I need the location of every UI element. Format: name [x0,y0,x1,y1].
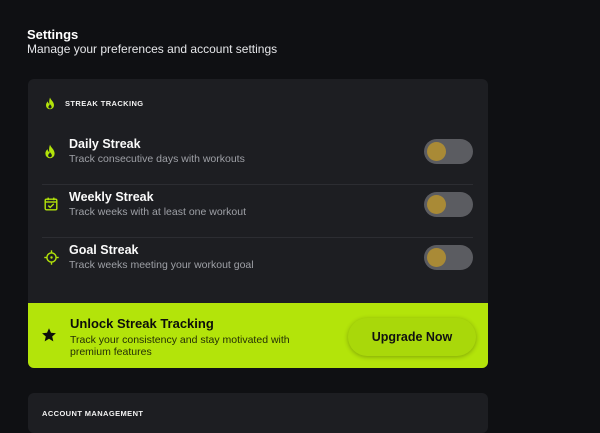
section-title: ACCOUNT MANAGEMENT [42,409,144,418]
upgrade-description: Track your consistency and stay motivate… [70,334,290,358]
flame-icon [45,97,55,110]
setting-row-weekly-streak: Weekly Streak Track weeks with at least … [42,185,473,238]
page-title: Settings [27,27,79,42]
setting-label: Weekly Streak [69,190,154,204]
section-header: STREAK TRACKING [45,97,144,110]
calendar-check-icon [44,197,58,216]
toggle-knob [427,195,446,214]
section-title: STREAK TRACKING [65,99,144,108]
setting-description: Track weeks meeting your workout goal [69,259,254,271]
weekly-streak-toggle[interactable] [424,192,473,217]
toggle-knob [427,142,446,161]
setting-row-daily-streak: Daily Streak Track consecutive days with… [42,132,473,185]
setting-label: Goal Streak [69,243,139,257]
account-management-card: ACCOUNT MANAGEMENT [28,393,488,433]
upgrade-title: Unlock Streak Tracking [70,316,214,331]
flame-icon [44,144,56,164]
setting-description: Track consecutive days with workouts [69,153,245,165]
page-subtitle: Manage your preferences and account sett… [27,42,278,56]
upgrade-banner: Unlock Streak Tracking Track your consis… [28,303,488,368]
goal-streak-toggle[interactable] [424,245,473,270]
target-icon [44,250,59,270]
page-header: Settings Manage your preferences and acc… [27,27,277,57]
setting-description: Track weeks with at least one workout [69,206,247,218]
setting-row-goal-streak: Goal Streak Track weeks meeting your wor… [42,238,473,291]
streak-tracking-card: STREAK TRACKING Daily Streak Track conse… [28,79,488,368]
setting-label: Daily Streak [69,137,141,151]
upgrade-now-button[interactable]: Upgrade Now [348,318,476,356]
star-icon [41,327,57,348]
daily-streak-toggle[interactable] [424,139,473,164]
toggle-knob [427,248,446,267]
